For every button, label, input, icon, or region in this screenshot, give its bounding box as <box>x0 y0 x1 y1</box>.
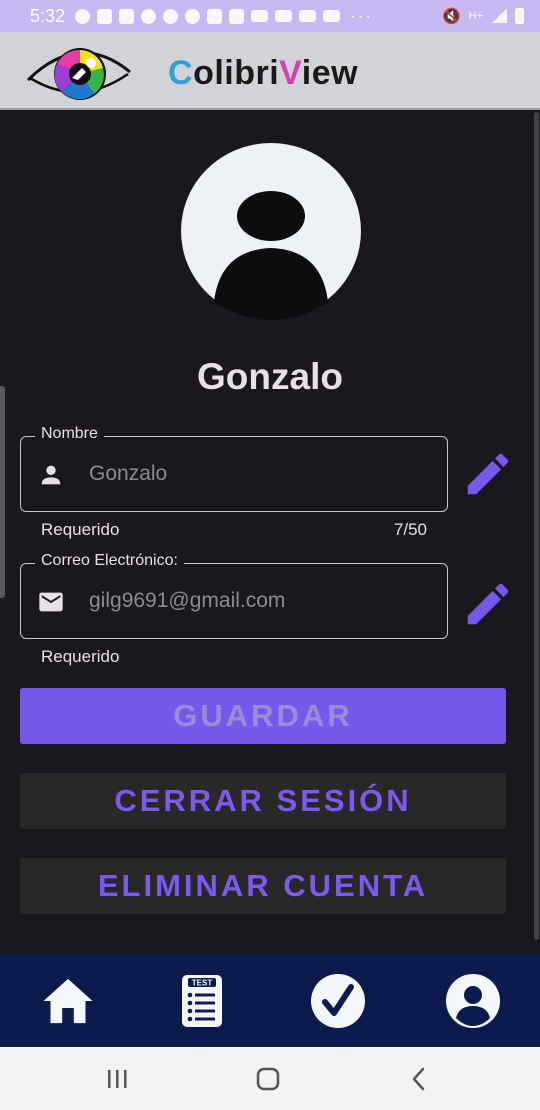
email-input[interactable] <box>89 586 429 616</box>
edit-email-button[interactable] <box>460 576 516 632</box>
nav-results[interactable] <box>308 972 368 1030</box>
app-notification-icon <box>163 8 179 24</box>
youtube-icon <box>299 10 317 22</box>
home-button-icon[interactable] <box>253 1065 283 1093</box>
profile-name: Gonzalo <box>197 356 343 397</box>
system-navigation-bar <box>0 1047 540 1110</box>
profile-icon <box>446 974 500 1028</box>
pencil-icon <box>467 583 509 625</box>
delete-account-button[interactable]: ELIMINAR CUENTA <box>20 858 506 914</box>
app-bar: ColibriView <box>0 32 540 110</box>
brand-v: V <box>279 54 302 92</box>
page-scrollbar[interactable] <box>534 112 539 940</box>
brand-olibri: olibri <box>193 54 280 92</box>
email-field-label: Correo Electrónico: <box>35 552 184 570</box>
profile-avatar-icon[interactable] <box>180 142 362 320</box>
recent-apps-icon[interactable] <box>102 1065 132 1093</box>
hotspot-icon: H+ <box>468 10 483 22</box>
mail-icon <box>39 592 63 612</box>
name-input[interactable] <box>89 459 429 489</box>
system-status-icons: 🔇 H+ <box>442 7 524 25</box>
app-notification-icon <box>75 8 91 24</box>
side-drawer-handle[interactable] <box>0 386 5 598</box>
nav-test[interactable]: TEST <box>172 972 232 1030</box>
youtube-icon <box>323 10 341 22</box>
status-bar: 5:32 ··· 🔇 H+ <box>0 0 540 32</box>
more-notifications-icon: ··· <box>350 6 374 25</box>
eye-logo-icon <box>26 48 131 100</box>
signal-icon <box>491 9 507 23</box>
app-notification-icon <box>229 8 245 24</box>
home-icon <box>43 978 93 1024</box>
status-time: 5:32 <box>30 5 66 26</box>
logout-button[interactable]: CERRAR SESIÓN <box>20 773 506 829</box>
brand-iew: iew <box>301 54 359 92</box>
pencil-icon <box>467 453 509 495</box>
email-helper-text: Requerido <box>41 647 120 666</box>
test-badge-text: TEST <box>192 979 213 988</box>
battery-icon <box>515 8 524 24</box>
nav-profile[interactable] <box>443 972 503 1030</box>
back-icon[interactable] <box>404 1065 434 1093</box>
nav-home[interactable] <box>38 972 98 1030</box>
email-field[interactable]: Correo Electrónico: <box>20 552 448 639</box>
whatsapp-icon <box>141 8 157 24</box>
app-notification-icon <box>185 8 201 24</box>
person-icon <box>41 465 61 485</box>
check-icon <box>311 974 365 1028</box>
name-field[interactable]: Nombre <box>20 425 448 512</box>
mute-icon: 🔇 <box>441 8 461 25</box>
youtube-icon <box>251 10 269 22</box>
message-icon <box>119 8 135 24</box>
name-field-label: Nombre <box>35 425 104 443</box>
notification-icons <box>75 8 341 24</box>
app-notification-icon <box>207 8 223 24</box>
edit-name-button[interactable] <box>460 446 516 502</box>
name-helper-text: Requerido <box>41 520 120 539</box>
brand-logo-text: ColibriView <box>168 54 358 93</box>
bottom-navigation: TEST <box>0 954 540 1047</box>
brand-c: C <box>168 54 194 92</box>
save-button[interactable]: GUARDAR <box>20 688 506 744</box>
youtube-icon <box>275 10 293 22</box>
test-icon: TEST <box>182 975 222 1027</box>
name-char-counter: 7/50 <box>393 520 427 539</box>
instagram-icon <box>97 8 113 24</box>
